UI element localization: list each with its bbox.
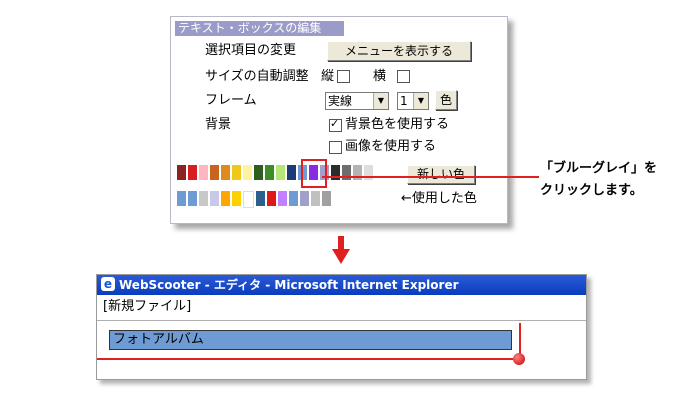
used-color-swatch-7[interactable] (256, 191, 265, 206)
frame-width-value: 1 (400, 94, 408, 108)
color-swatch-0[interactable] (177, 165, 186, 180)
used-color-swatch-9[interactable] (278, 191, 287, 206)
auto-size-label: サイズの自動調整 (205, 69, 309, 84)
chevron-down-icon: ▼ (413, 93, 428, 109)
color-swatch-7[interactable] (254, 165, 263, 180)
use-image-checkbox[interactable] (329, 141, 342, 154)
used-color-swatch-6[interactable] (243, 191, 254, 208)
used-color-swatch-10[interactable] (289, 191, 298, 206)
use-image-label: 画像を使用する (345, 139, 437, 154)
section-label: 選択項目の変更 (205, 43, 297, 58)
pointer-line-horizontal (97, 358, 521, 360)
used-color-swatch-0[interactable] (177, 191, 186, 206)
show-menu-button[interactable]: メニューを表示する (327, 41, 471, 61)
used-color-swatch-3[interactable] (210, 191, 219, 206)
used-colors-label: ←使用した色 (401, 191, 477, 206)
horizontal-label: 横 (373, 69, 387, 84)
frame-width-select[interactable]: 1 ▼ (397, 92, 429, 110)
vertical-label: 縦 (321, 69, 335, 84)
color-swatch-8[interactable] (265, 165, 274, 180)
callout-line (322, 176, 539, 178)
frame-color-button[interactable]: 色 (435, 90, 457, 110)
text-box-edit-panel: テキスト・ボックスの編集 選択項目の変更 メニューを表示する サイズの自動調整 … (170, 16, 508, 224)
color-swatch-2[interactable] (199, 165, 208, 180)
used-color-swatch-1[interactable] (188, 191, 197, 206)
color-swatch-9[interactable] (276, 165, 285, 180)
color-swatch-1[interactable] (188, 165, 197, 180)
horizontal-checkbox[interactable] (397, 70, 410, 83)
use-bg-color-label: 背景色を使用する (345, 117, 450, 132)
frame-style-value: 実線 (328, 94, 353, 108)
frame-style-select[interactable]: 実線 ▼ (325, 92, 389, 110)
used-color-swatch-12[interactable] (311, 191, 320, 206)
browser-window: e WebScooter - エディタ - Microsoft Internet… (96, 274, 587, 380)
color-swatch-6[interactable] (243, 165, 252, 180)
vertical-checkbox[interactable] (337, 70, 350, 83)
new-color-button[interactable]: 新しい色 (407, 165, 475, 184)
used-color-swatch-2[interactable] (199, 191, 208, 206)
callout-text: 「ブルーグレイ」を クリックします。 (540, 158, 657, 202)
color-swatch-5[interactable] (232, 165, 241, 180)
used-color-swatch-8[interactable] (267, 191, 276, 206)
panel-title: テキスト・ボックスの編集 (175, 21, 344, 36)
internet-explorer-icon: e (101, 277, 115, 291)
file-label: [新規ファイル] (103, 299, 192, 314)
title-bar: e WebScooter - エディタ - Microsoft Internet… (97, 275, 586, 295)
used-color-swatch-13[interactable] (322, 191, 331, 206)
used-color-swatch-11[interactable] (300, 191, 309, 206)
photo-album-text-box[interactable]: フォトアルバム (109, 330, 512, 350)
used-color-swatch-5[interactable] (232, 191, 241, 206)
color-swatch-3[interactable] (210, 165, 219, 180)
background-label: 背景 (205, 117, 232, 132)
pointer-dot (513, 353, 525, 365)
color-swatch-4[interactable] (221, 165, 230, 180)
down-arrow-icon (332, 236, 350, 264)
frame-label: フレーム (205, 93, 257, 108)
callout-line-1: 「ブルーグレイ」を (540, 161, 658, 176)
color-swatch-10[interactable] (287, 165, 296, 180)
window-title: WebScooter - エディタ - Microsoft Internet E… (119, 278, 459, 292)
use-bg-color-checkbox[interactable] (329, 117, 342, 132)
blue-gray-highlight (301, 159, 327, 188)
callout-line-2: クリックします。 (540, 183, 643, 198)
divider (97, 320, 586, 321)
used-color-palette (177, 191, 331, 208)
used-color-swatch-4[interactable] (221, 191, 230, 206)
chevron-down-icon: ▼ (373, 93, 388, 109)
